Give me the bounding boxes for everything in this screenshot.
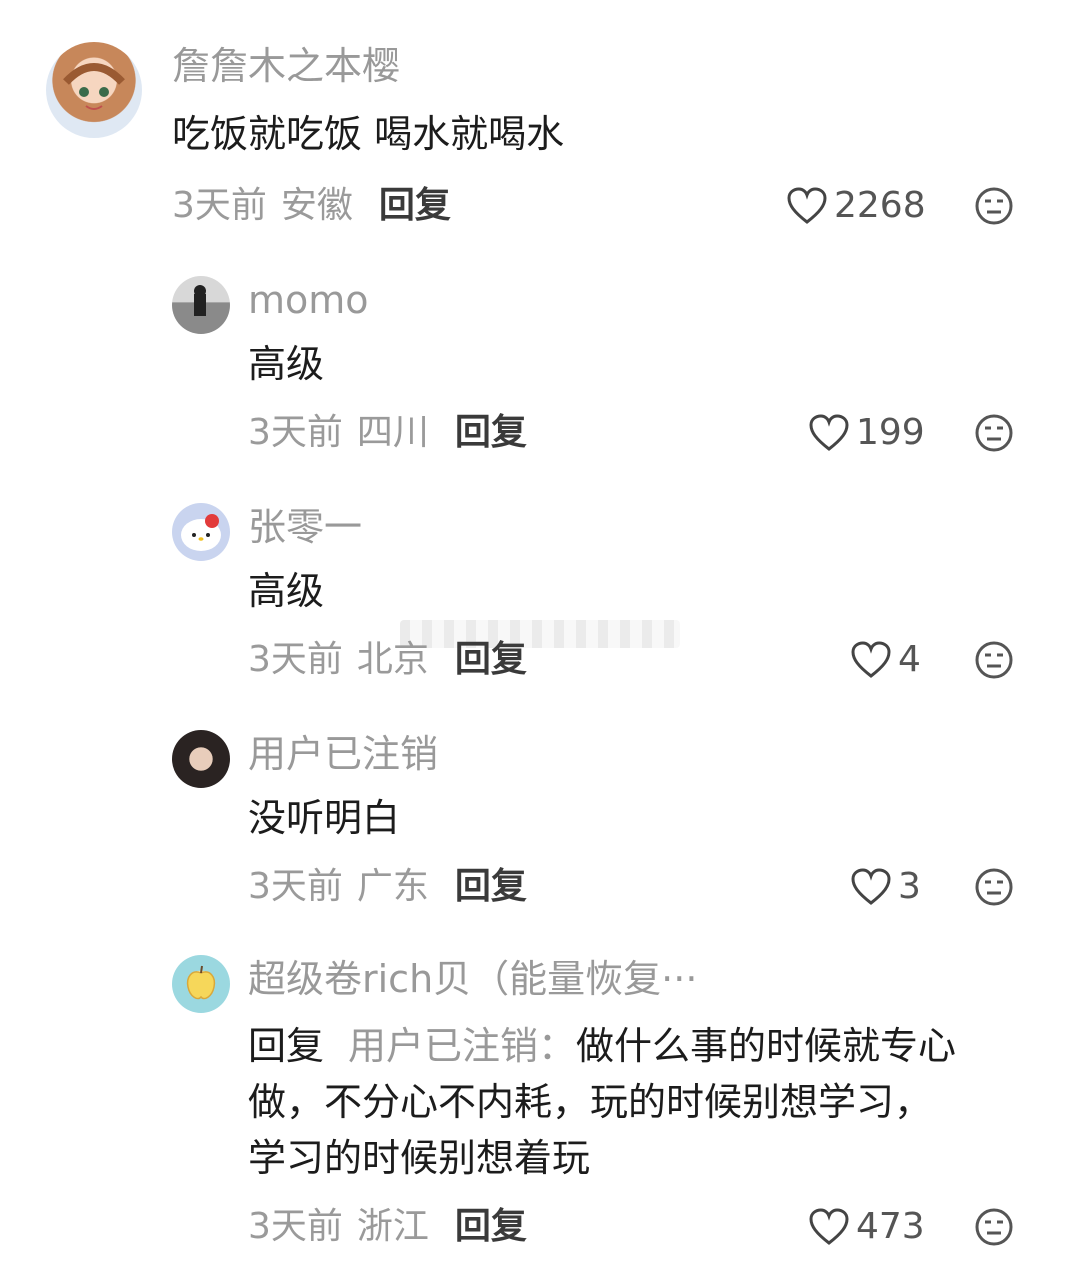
like-count: 4 <box>898 639 921 680</box>
dislike-face-icon[interactable] <box>974 867 1014 907</box>
comment-meta: 3天前 四川 回复 <box>248 411 527 455</box>
comment-location: 安徽 <box>280 185 353 226</box>
dislike-face-icon[interactable] <box>974 1207 1014 1247</box>
heart-icon <box>851 868 891 905</box>
comment-username[interactable]: momo <box>248 276 369 324</box>
comment-time: 3天前 <box>248 1206 343 1247</box>
comment-text-line: 回复 用户已注销：做什么事的时候就专心 <box>248 1018 1048 1074</box>
apple-illustration-avatar-icon[interactable] <box>172 955 230 1013</box>
comment-meta: 3天前 安徽 回复 <box>172 184 451 228</box>
comment-location: 北京 <box>356 639 429 680</box>
comment-location: 广东 <box>356 866 429 907</box>
like-count: 473 <box>856 1206 925 1247</box>
heart-icon <box>851 641 891 678</box>
heart-icon <box>787 187 827 224</box>
comment-time: 3天前 <box>248 639 343 680</box>
comment-text-line: 做，不分心不内耗，玩的时候别想学习， <box>248 1080 933 1124</box>
reply-prefix-label: 回复 <box>248 1024 325 1068</box>
comment-location: 浙江 <box>356 1206 429 1247</box>
like-button[interactable]: 2268 <box>786 184 926 228</box>
photo-avatar-icon[interactable] <box>172 276 230 334</box>
like-button[interactable]: 3 <box>850 865 921 909</box>
reply-button[interactable]: 回复 <box>455 412 527 453</box>
dislike-face-icon[interactable] <box>974 186 1014 226</box>
like-count: 2268 <box>834 185 926 226</box>
heart-icon <box>809 1208 849 1245</box>
dislike-face-icon[interactable] <box>974 413 1014 453</box>
comment-meta: 3天前 广东 回复 <box>248 865 527 909</box>
comment-username[interactable]: 超级卷rich贝（能量恢复··· <box>248 955 697 1003</box>
reply-button[interactable]: 回复 <box>455 639 527 680</box>
comment-time: 3天前 <box>248 866 343 907</box>
comment-text: 高级 <box>248 569 325 613</box>
comment-text: 没听明白 <box>248 796 401 840</box>
anime-girl-avatar-icon[interactable] <box>46 42 142 138</box>
reply-button[interactable]: 回复 <box>379 185 451 226</box>
comment-text: 吃饭就吃饭 喝水就喝水 <box>172 112 565 156</box>
comment-text-line: 学习的时候别想着玩 <box>248 1136 591 1180</box>
comment-time: 3天前 <box>248 412 343 453</box>
reply-button[interactable]: 回复 <box>455 1206 527 1247</box>
like-button[interactable]: 4 <box>850 638 921 682</box>
comment-username[interactable]: 用户已注销 <box>248 730 438 778</box>
comment-text-block: 回复 用户已注销：做什么事的时候就专心 做，不分心不内耗，玩的时候别想学习， 学习… <box>248 1018 1048 1186</box>
reply-target-username[interactable]: 用户已注销： <box>348 1024 576 1068</box>
comment-location: 四川 <box>356 412 429 453</box>
comment-text: 高级 <box>248 342 325 386</box>
comment-meta: 3天前 北京 回复 <box>248 638 527 682</box>
comment-username[interactable]: 詹詹木之本樱 <box>172 42 400 90</box>
like-button[interactable]: 199 <box>808 411 925 455</box>
reply-button[interactable]: 回复 <box>455 866 527 907</box>
like-count: 3 <box>898 866 921 907</box>
comment-text: 做什么事的时候就专心 <box>576 1024 957 1068</box>
portrait-avatar-icon[interactable] <box>172 730 230 788</box>
like-button[interactable]: 473 <box>808 1205 925 1249</box>
comment-meta: 3天前 浙江 回复 <box>248 1205 527 1249</box>
hello-kitty-avatar-icon[interactable] <box>172 503 230 561</box>
comment-time: 3天前 <box>172 185 267 226</box>
heart-icon <box>809 414 849 451</box>
dislike-face-icon[interactable] <box>974 640 1014 680</box>
like-count: 199 <box>856 412 925 453</box>
comment-username[interactable]: 张零一 <box>248 503 362 551</box>
